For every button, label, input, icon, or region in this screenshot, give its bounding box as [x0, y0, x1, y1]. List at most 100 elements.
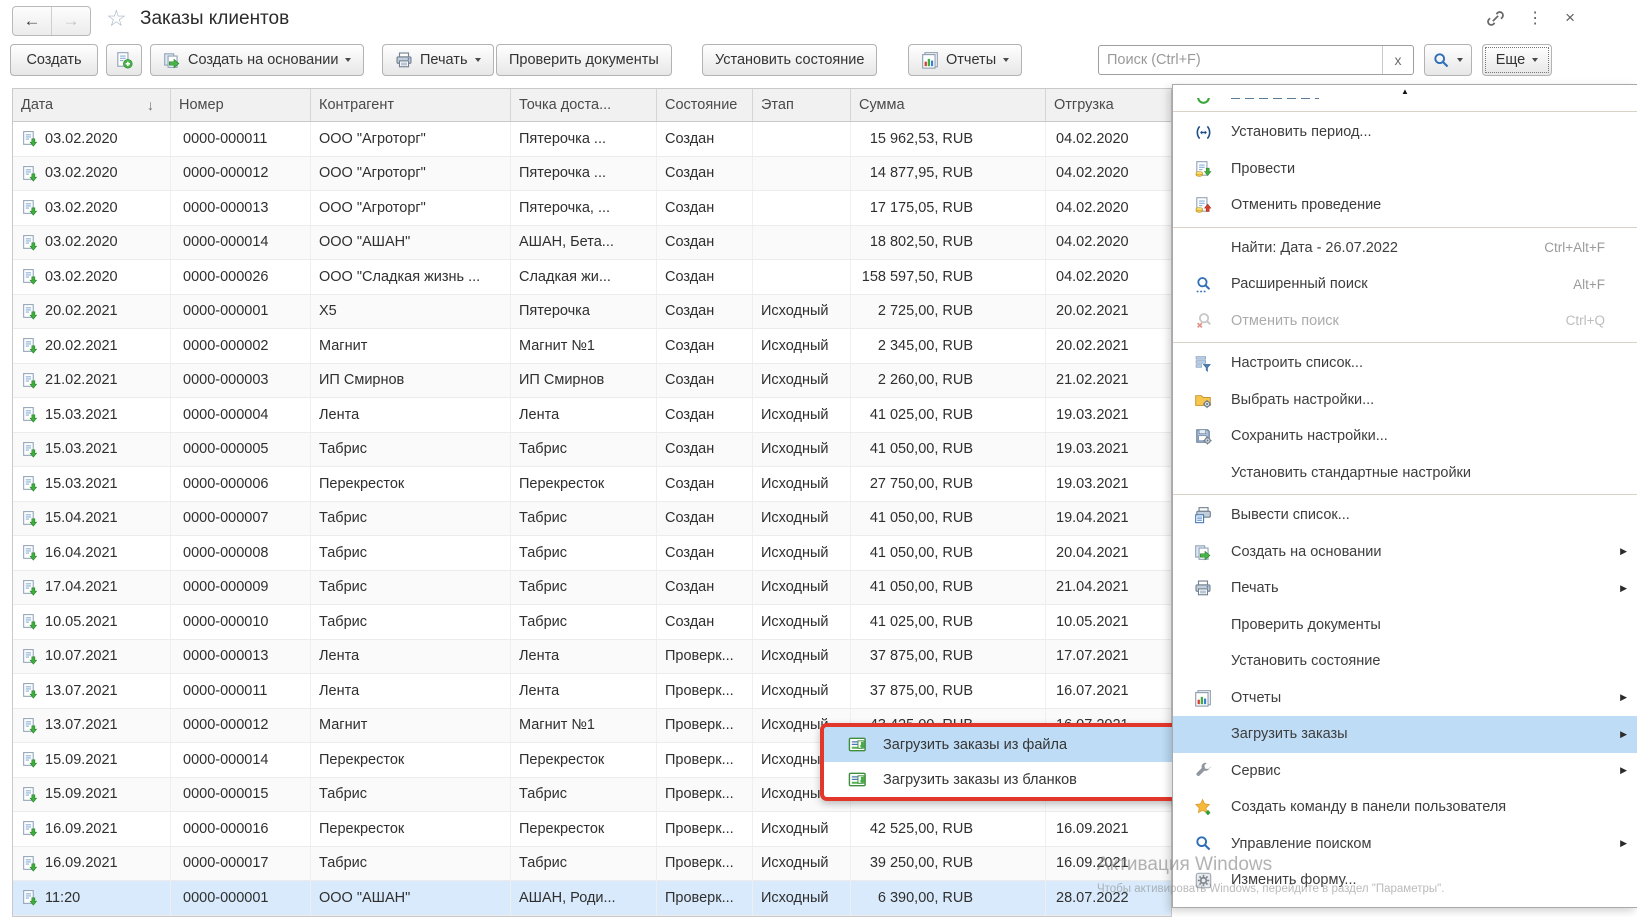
cell-shipment: 19.03.2021: [1046, 398, 1171, 432]
create-by-copy-button[interactable]: [106, 44, 142, 76]
cell-date: 16.09.2021: [13, 847, 171, 881]
clear-search-button[interactable]: x: [1382, 46, 1413, 74]
cell-amount: 37 875,00, RUB: [851, 640, 1046, 674]
table-row[interactable]: 16.09.20210000-000017ТабрисТабрисПроверк…: [13, 847, 1171, 882]
table-row[interactable]: 15.03.20210000-000005ТабрисТабрисСозданИ…: [13, 433, 1171, 468]
menu-item-19[interactable]: Установить состояние: [1173, 643, 1637, 680]
menu-item-21[interactable]: Загрузить заказы▶: [1173, 716, 1637, 753]
cell-counterparty: Табрис: [311, 536, 511, 570]
menu-item-25[interactable]: Изменить форму...: [1173, 862, 1637, 899]
table-row[interactable]: 13.07.20210000-000011ЛентаЛентаПроверк..…: [13, 674, 1171, 709]
forward-button[interactable]: →: [52, 7, 90, 35]
table-row[interactable]: 15.04.20210000-000007ТабрисТабрисСозданИ…: [13, 502, 1171, 537]
cell-counterparty: Табрис: [311, 605, 511, 639]
column-header-7[interactable]: Отгрузка: [1046, 89, 1171, 121]
cell-date: 15.03.2021: [13, 433, 171, 467]
menu-item-20[interactable]: Отчеты▶: [1173, 680, 1637, 717]
cell-stage: Исходный: [753, 536, 851, 570]
table-row[interactable]: 03.02.20200000-000012ООО "Агроторг"Пятер…: [13, 157, 1171, 192]
link-icon[interactable]: [1486, 9, 1505, 28]
table-row[interactable]: 20.02.20210000-000002МагнитМагнит №1Созд…: [13, 329, 1171, 364]
cell-number: 0000-000002: [171, 329, 311, 363]
menu-item-2[interactable]: Установить период...: [1173, 114, 1637, 151]
table-row[interactable]: 03.02.20200000-000013ООО "Агроторг"Пятер…: [13, 191, 1171, 226]
table-row[interactable]: 21.02.20210000-000003ИП СмирновИП Смирно…: [13, 364, 1171, 399]
reports-button[interactable]: Отчеты: [908, 44, 1022, 76]
cell-state: Создан: [657, 364, 753, 398]
menu-item-23[interactable]: Создать команду в панели пользователя: [1173, 789, 1637, 826]
table-row[interactable]: 03.02.20200000-000026ООО "Сладкая жизнь …: [13, 260, 1171, 295]
more-button[interactable]: Еще: [1482, 44, 1552, 76]
menu-item-24[interactable]: Управление поиском▶: [1173, 826, 1637, 863]
menu-scroll-up[interactable]: ▲: [1173, 85, 1637, 98]
menu-item-18[interactable]: Проверить документы: [1173, 607, 1637, 644]
reports-icon: [1189, 689, 1217, 707]
menu-item-6[interactable]: Найти: Дата - 26.07.2022Ctrl+Alt+F: [1173, 230, 1637, 267]
column-header-1[interactable]: Номер: [171, 89, 311, 121]
menu-item-7[interactable]: Расширенный поискAlt+F: [1173, 266, 1637, 303]
cell-counterparty: Лента: [311, 398, 511, 432]
cell-shipment: 19.04.2021: [1046, 502, 1171, 536]
table-row[interactable]: 15.03.20210000-000006ПерекрестокПерекрес…: [13, 467, 1171, 502]
set-state-button[interactable]: Установить состояние: [702, 44, 877, 76]
table-row[interactable]: 16.04.20210000-000008ТабрисТабрисСозданИ…: [13, 536, 1171, 571]
menu-item-10[interactable]: Настроить список...: [1173, 345, 1637, 382]
menu-item-15[interactable]: Вывести список...: [1173, 497, 1637, 534]
table-row[interactable]: 11:200000-000001ООО "АШАН"АШАН, Роди...П…: [13, 881, 1171, 916]
menu-item-13[interactable]: Установить стандартные настройки: [1173, 455, 1637, 492]
cell-state: Создан: [657, 433, 753, 467]
column-header-2[interactable]: Контрагент: [311, 89, 511, 121]
create-based-on-button[interactable]: Создать на основании: [150, 44, 364, 76]
print-button[interactable]: Печать: [382, 44, 494, 76]
menu-item-label: Изменить форму...: [1231, 872, 1605, 888]
cell-date: 10.05.2021: [13, 605, 171, 639]
table-row[interactable]: 10.05.20210000-000010ТабрисТабрисСозданИ…: [13, 605, 1171, 640]
cell-shipment: 04.02.2020: [1046, 226, 1171, 260]
document-posted-icon: [21, 751, 38, 768]
folder-gear-icon: [1189, 391, 1217, 409]
table-row[interactable]: 17.04.20210000-000009ТабрисТабрисСозданИ…: [13, 571, 1171, 606]
cell-date: 13.07.2021: [13, 674, 171, 708]
table-row[interactable]: 15.03.20210000-000004ЛентаЛентаСозданИсх…: [13, 398, 1171, 433]
cell-counterparty: ООО "АШАН": [311, 881, 511, 915]
table-row[interactable]: 10.07.20210000-000013ЛентаЛентаПроверк..…: [13, 640, 1171, 675]
search-input[interactable]: [1099, 46, 1382, 74]
favorite-star-icon[interactable]: ☆: [106, 5, 127, 32]
cell-counterparty: Табрис: [311, 433, 511, 467]
cell-counterparty: ИП Смирнов: [311, 364, 511, 398]
table-row[interactable]: 20.02.20210000-000001X5ПятерочкаСозданИс…: [13, 295, 1171, 330]
close-icon[interactable]: ×: [1565, 8, 1575, 28]
menu-item-17[interactable]: Печать▶: [1173, 570, 1637, 607]
menu-item-11[interactable]: Выбрать настройки...: [1173, 382, 1637, 419]
menu-item-22[interactable]: Сервис▶: [1173, 753, 1637, 790]
period-icon: [1189, 124, 1217, 141]
column-header-3[interactable]: Точка доста...: [511, 89, 657, 121]
column-header-6[interactable]: Сумма: [851, 89, 1046, 121]
submenu-item-0[interactable]: Загрузить заказы из файла: [824, 727, 1188, 762]
back-button[interactable]: ←: [13, 7, 52, 35]
search-button[interactable]: [1424, 44, 1472, 76]
doc-plus-icon: [115, 51, 133, 69]
table-row[interactable]: 03.02.20200000-000014ООО "АШАН"АШАН, Бет…: [13, 226, 1171, 261]
menu-item-4[interactable]: Отменить проведение: [1173, 187, 1637, 224]
submenu-item-1[interactable]: Загрузить заказы из бланков: [824, 762, 1188, 797]
cell-date: 03.02.2020: [13, 122, 171, 156]
cell-date: 15.09.2021: [13, 778, 171, 812]
cell-stage: Исходный: [753, 881, 851, 915]
menu-item-3[interactable]: Провести: [1173, 151, 1637, 188]
menu-item-16[interactable]: Создать на основании▶: [1173, 534, 1637, 571]
table-row[interactable]: 16.09.20210000-000016ПерекрестокПерекрес…: [13, 812, 1171, 847]
document-posted-icon: [21, 648, 38, 665]
create-button[interactable]: Создать: [10, 44, 98, 76]
kebab-menu-icon[interactable]: ⋮: [1527, 8, 1543, 28]
menu-item-label: Печать: [1231, 580, 1605, 596]
menu-item-clipped[interactable]: [1173, 98, 1637, 108]
column-header-0[interactable]: Дата↓: [13, 89, 171, 121]
column-header-5[interactable]: Этап: [753, 89, 851, 121]
check-documents-button[interactable]: Проверить документы: [496, 44, 672, 76]
cell-stage: Исходный: [753, 329, 851, 363]
table-row[interactable]: 03.02.20200000-000011ООО "Агроторг"Пятер…: [13, 122, 1171, 157]
cell-delivery_point: ИП Смирнов: [511, 364, 657, 398]
menu-item-12[interactable]: Сохранить настройки...: [1173, 418, 1637, 455]
column-header-4[interactable]: Состояние: [657, 89, 753, 121]
